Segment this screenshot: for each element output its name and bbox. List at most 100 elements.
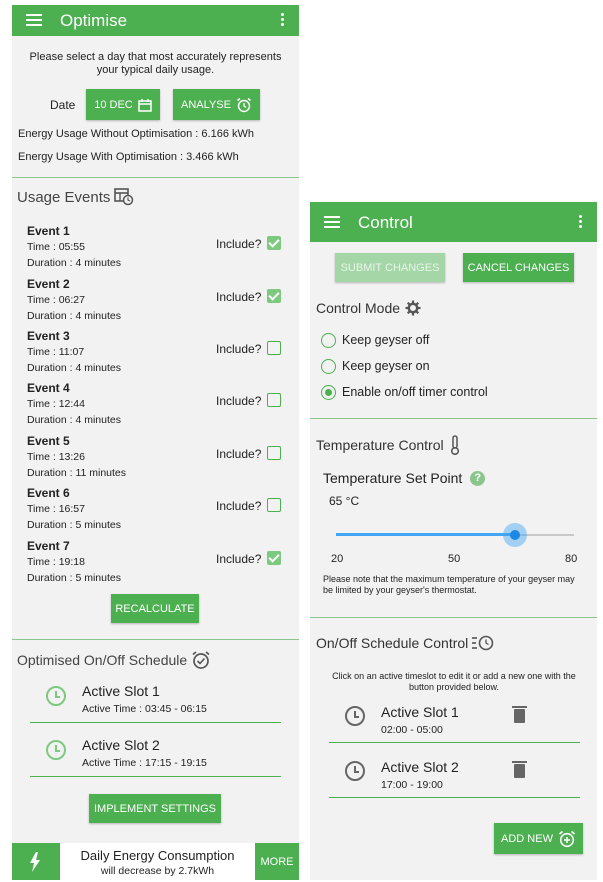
divider <box>12 177 299 178</box>
hamburger-menu-icon[interactable] <box>324 216 340 231</box>
slider-fill <box>336 533 515 536</box>
list-item: Event 3 Time : 11:07 Duration : 4 minute… <box>12 329 299 381</box>
mode-option-on[interactable]: Keep geyser on <box>310 356 597 378</box>
include-checkbox[interactable] <box>267 236 281 250</box>
slot-name: Active Slot 1 <box>82 683 160 699</box>
event-time: Time : 12:44 <box>27 398 85 410</box>
slot-name: Active Slot 1 <box>381 704 459 720</box>
event-time: Time : 16:57 <box>27 503 85 515</box>
overflow-menu-icon[interactable] <box>281 13 285 28</box>
temperature-control-heading: Temperature Control <box>316 435 460 455</box>
mode-radio[interactable] <box>321 385 336 400</box>
implement-settings-button[interactable]: IMPLEMENT SETTINGS <box>89 794 221 823</box>
schedule-slot[interactable]: Active Slot 2 17:00 - 19:00 <box>310 757 597 799</box>
table-clock-icon <box>114 188 134 206</box>
help-icon[interactable]: ? <box>470 470 486 486</box>
slider-min-label: 20 <box>331 553 344 565</box>
hamburger-menu-icon[interactable] <box>26 14 42 29</box>
include-label: Include? <box>216 342 262 356</box>
mode-radio[interactable] <box>321 359 336 374</box>
slot-time: 02:00 - 05:00 <box>381 724 443 736</box>
screen-title: Optimise <box>60 11 128 30</box>
lightning-tile <box>12 843 60 880</box>
overflow-menu-icon[interactable] <box>579 215 583 230</box>
event-name: Event 3 <box>27 329 70 343</box>
alarm-add-icon <box>558 830 575 847</box>
alarm-clock-icon <box>237 97 251 112</box>
slot-time: Active Time : 03:45 - 06:15 <box>82 703 207 715</box>
event-name: Event 2 <box>27 277 70 291</box>
usage-events-heading: Usage Events <box>17 188 134 206</box>
temperature-slider[interactable] <box>336 523 574 547</box>
more-button[interactable]: MORE <box>255 843 299 880</box>
include-label: Include? <box>216 290 262 304</box>
mode-label: Enable on/off timer control <box>342 385 488 399</box>
thermostat-note: Please note that the maximum temperature… <box>323 574 575 595</box>
event-duration: Duration : 11 minutes <box>27 467 127 479</box>
event-time: Time : 05:55 <box>27 241 85 253</box>
delete-icon[interactable] <box>512 761 527 778</box>
list-item: Event 2 Time : 06:27 Duration : 4 minute… <box>12 277 299 329</box>
add-new-button[interactable]: ADD NEW <box>494 823 583 854</box>
energy-footer: Daily Energy Consumption will decrease b… <box>12 843 299 880</box>
event-duration: Duration : 4 minutes <box>27 257 121 269</box>
include-checkbox[interactable] <box>267 341 281 355</box>
include-checkbox[interactable] <box>267 393 281 407</box>
usage-with-text: Energy Usage With Optimisation : 3.466 k… <box>18 151 239 163</box>
event-time: Time : 06:27 <box>27 294 85 306</box>
schedule-slot[interactable]: Active Slot 1 Active Time : 03:45 - 06:1… <box>12 681 299 727</box>
list-item: Event 6 Time : 16:57 Duration : 5 minute… <box>12 486 299 538</box>
set-point-row: Temperature Set Point ? <box>323 470 486 486</box>
schedule-slot[interactable]: Active Slot 2 Active Time : 17:15 - 19:1… <box>12 735 299 781</box>
slot-name: Active Slot 2 <box>82 737 160 753</box>
include-label: Include? <box>216 237 262 251</box>
slot-name: Active Slot 2 <box>381 759 459 775</box>
analyse-button[interactable]: ANALYSE <box>173 89 260 120</box>
event-time: Time : 11:07 <box>27 346 85 358</box>
optimise-screen: Optimise Please select a day that most a… <box>12 5 299 880</box>
schedule-heading-text: On/Off Schedule Control <box>316 635 469 651</box>
date-picker-button[interactable]: 10 DEC <box>86 89 160 120</box>
event-duration: Duration : 5 minutes <box>27 572 121 584</box>
calendar-icon <box>138 98 152 112</box>
include-label: Include? <box>216 447 262 461</box>
delete-icon[interactable] <box>512 706 527 723</box>
cancel-changes-button[interactable]: CANCEL CHANGES <box>463 253 574 282</box>
event-name: Event 1 <box>27 224 70 238</box>
slot-time: Active Time : 17:15 - 19:15 <box>82 757 207 769</box>
include-checkbox[interactable] <box>267 289 281 303</box>
schedule-slot[interactable]: Active Slot 1 02:00 - 05:00 <box>310 702 597 744</box>
clock-icon <box>46 740 66 760</box>
event-name: Event 6 <box>27 486 70 500</box>
event-name: Event 7 <box>27 539 70 553</box>
include-checkbox[interactable] <box>267 551 281 565</box>
include-checkbox[interactable] <box>267 498 281 512</box>
submit-changes-button[interactable]: SUBMIT CHANGES <box>335 253 445 282</box>
divider <box>329 797 580 798</box>
mode-option-off[interactable]: Keep geyser off <box>310 330 597 352</box>
mode-label: Keep geyser off <box>342 333 430 347</box>
schedule-note: Click on an active timeslot to edit it o… <box>332 671 576 692</box>
include-label: Include? <box>216 394 262 408</box>
screen-title: Control <box>358 213 413 232</box>
schedule-control-heading: On/Off Schedule Control <box>316 634 495 652</box>
clock-icon <box>345 706 365 726</box>
divider <box>12 639 299 640</box>
include-checkbox[interactable] <box>267 446 281 460</box>
list-item: Event 1 Time : 05:55 Duration : 4 minute… <box>12 224 299 276</box>
event-time: Time : 19:18 <box>27 556 85 568</box>
list-item: Event 5 Time : 13:26 Duration : 11 minut… <box>12 434 299 486</box>
mode-radio[interactable] <box>321 333 336 348</box>
slider-thumb[interactable] <box>503 523 527 547</box>
footer-title: Daily Energy Consumption <box>80 848 235 863</box>
recalculate-button[interactable]: RECALCULATE <box>111 594 199 623</box>
list-item: Event 7 Time : 19:18 Duration : 5 minute… <box>12 539 299 591</box>
app-bar: Control <box>310 202 597 242</box>
include-label: Include? <box>216 552 262 566</box>
mode-option-timer[interactable]: Enable on/off timer control <box>310 382 597 404</box>
slider-max-label: 80 <box>565 553 578 565</box>
optimised-schedule-heading-text: Optimised On/Off Schedule <box>17 652 188 668</box>
event-name: Event 4 <box>27 381 70 395</box>
lightning-icon <box>30 852 40 872</box>
list-clock-icon <box>472 635 494 651</box>
